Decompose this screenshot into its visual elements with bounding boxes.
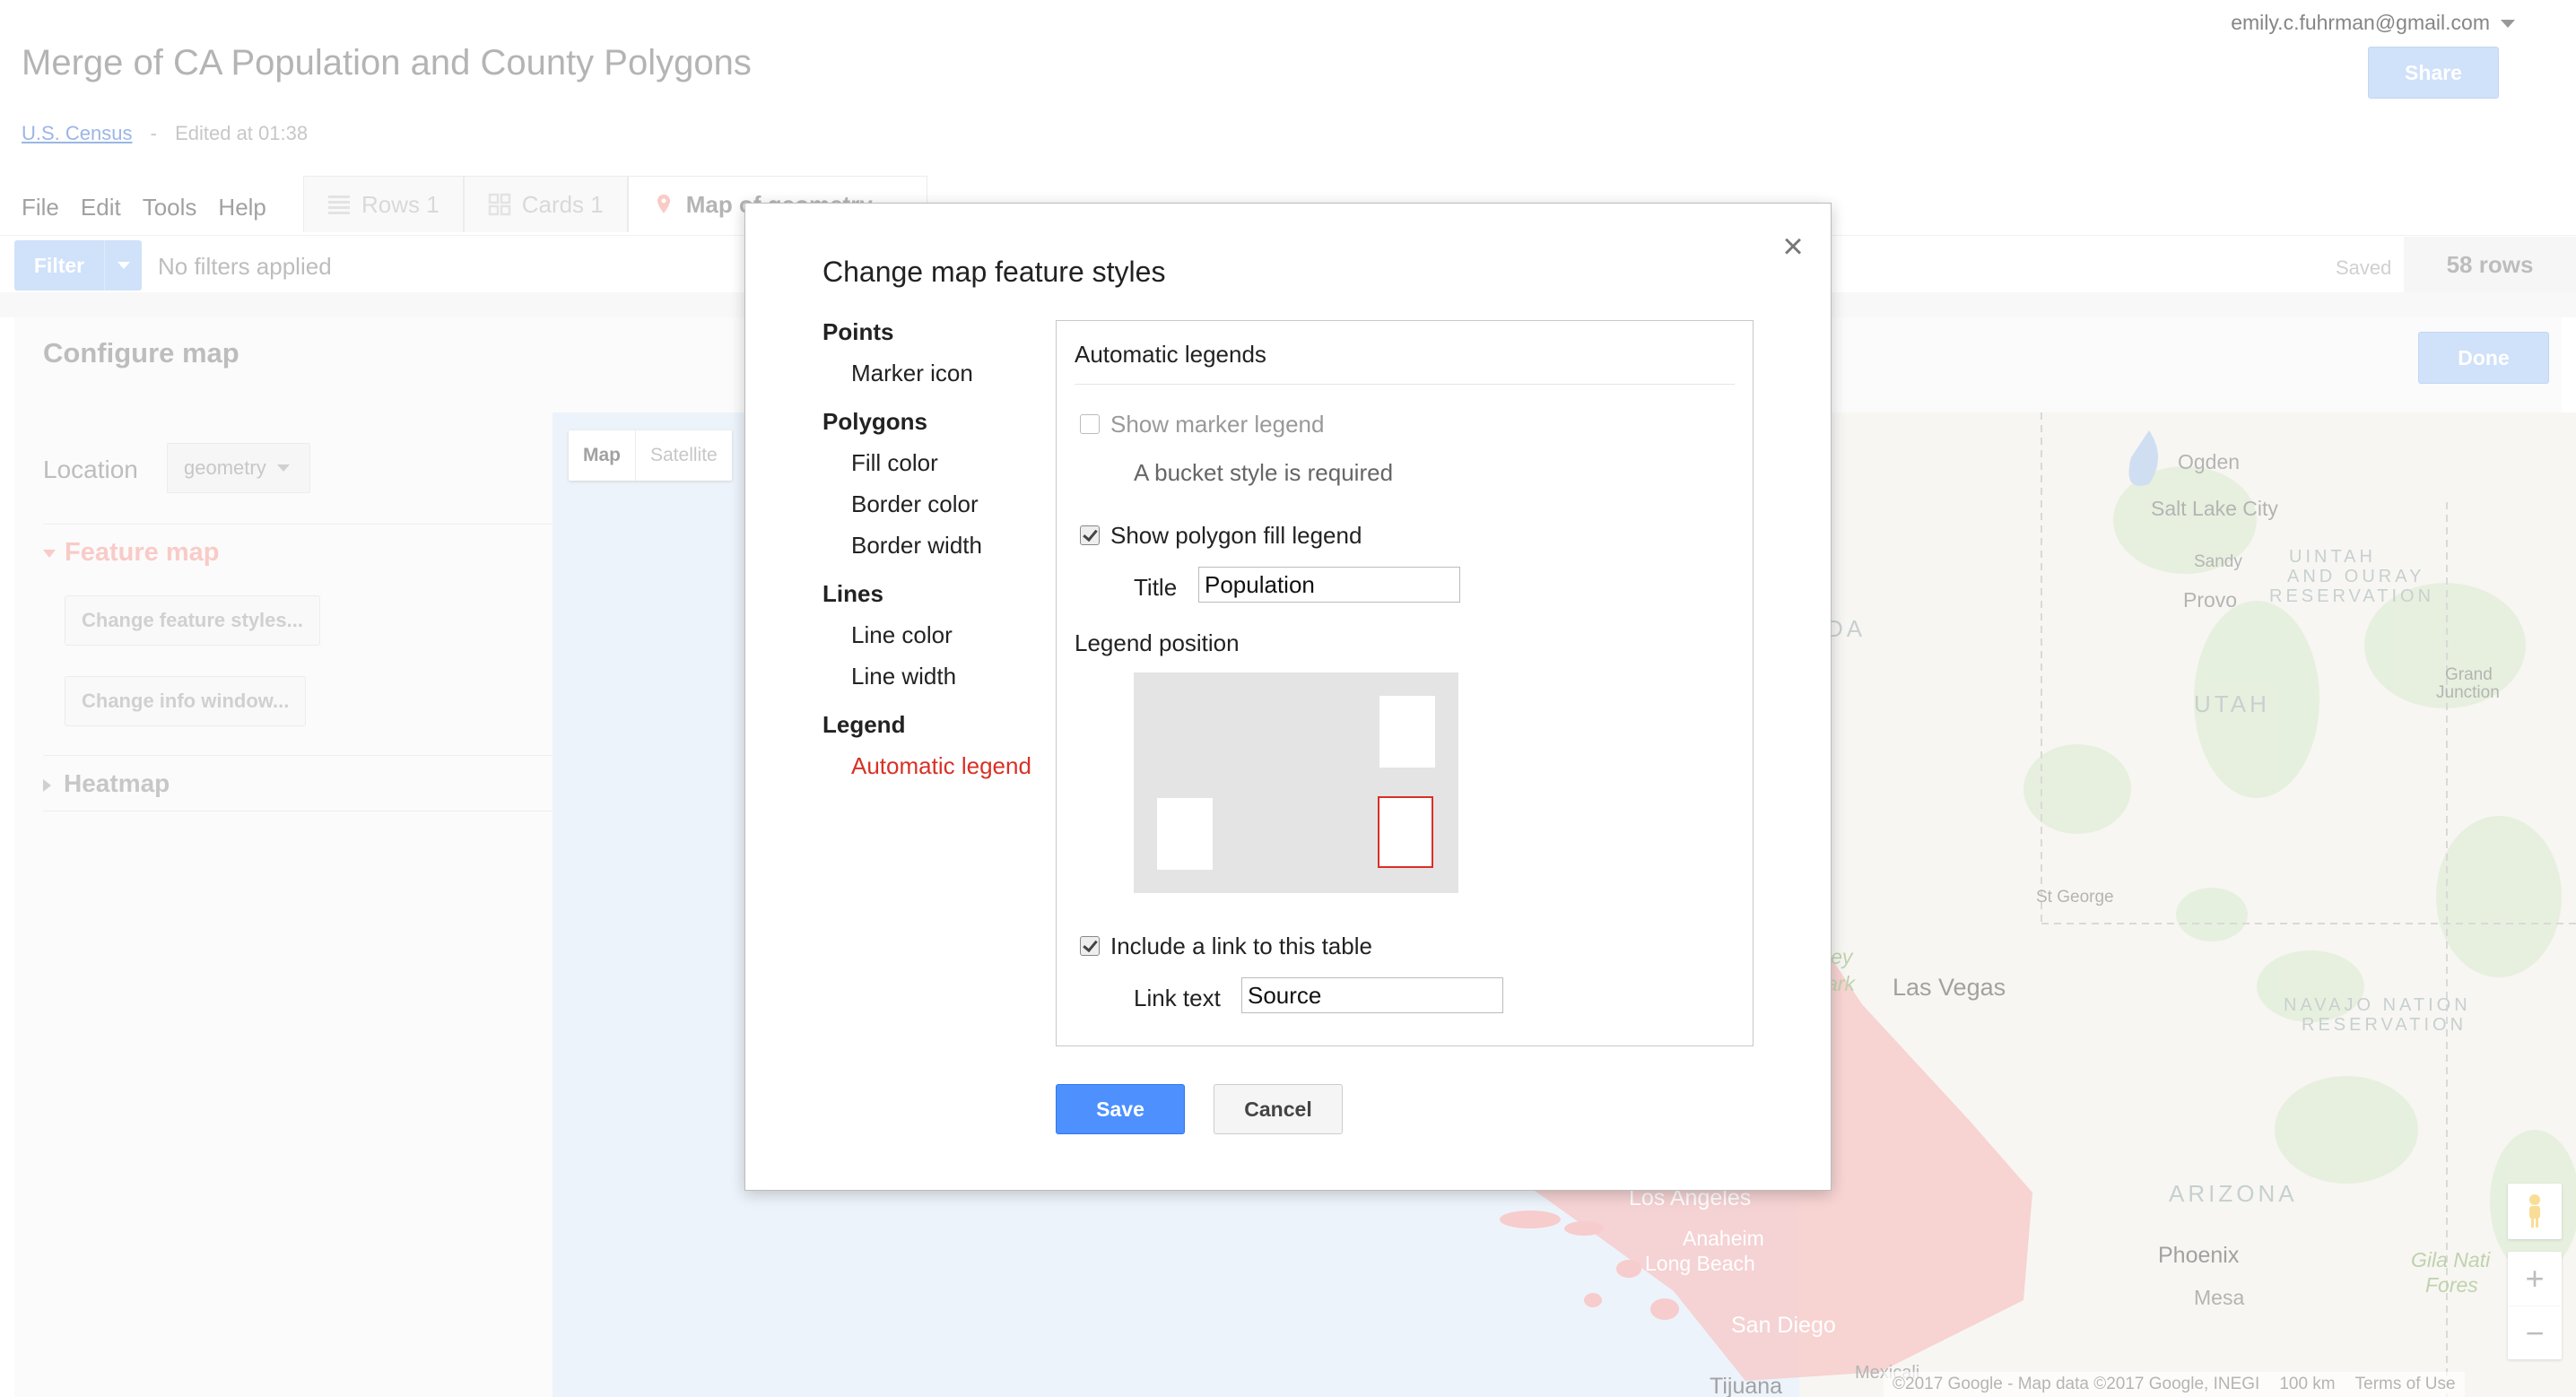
include-link-checkbox[interactable] <box>1080 936 1100 956</box>
nav-heading-legend: Legend <box>822 711 906 738</box>
cancel-button[interactable]: Cancel <box>1214 1084 1343 1134</box>
legend-position-top-right[interactable] <box>1379 696 1435 768</box>
legend-position-label: Legend position <box>1075 629 1240 656</box>
show-marker-legend-label: Show marker legend <box>1110 411 1325 438</box>
nav-item-fill-color[interactable]: Fill color <box>851 449 938 477</box>
show-marker-legend-checkbox[interactable] <box>1080 414 1100 434</box>
panel-heading: Automatic legends <box>1075 341 1266 368</box>
link-text-label: Link text <box>1134 985 1221 1011</box>
nav-heading-lines: Lines <box>822 580 883 607</box>
nav-item-line-color[interactable]: Line color <box>851 621 953 649</box>
panel-divider <box>1075 384 1735 385</box>
close-icon[interactable]: × <box>1773 227 1813 267</box>
nav-item-automatic-legend[interactable]: Automatic legend <box>851 752 1031 780</box>
save-button[interactable]: Save <box>1056 1084 1185 1134</box>
legend-position-bottom-right[interactable] <box>1378 796 1433 868</box>
dialog-title: Change map feature styles <box>822 256 1166 288</box>
nav-item-border-color[interactable]: Border color <box>851 490 979 518</box>
nav-heading-polygons: Polygons <box>822 408 928 435</box>
legend-settings-panel: Automatic legends Show marker legend A b… <box>1056 320 1754 1046</box>
bucket-style-note: A bucket style is required <box>1134 459 1394 486</box>
nav-heading-points: Points <box>822 318 894 345</box>
show-polygon-legend-label: Show polygon fill legend <box>1110 522 1362 549</box>
legend-position-picker <box>1134 672 1458 893</box>
change-styles-dialog: Change map feature styles × Points Marke… <box>744 203 1832 1191</box>
nav-item-border-width[interactable]: Border width <box>851 532 982 560</box>
nav-item-marker-icon[interactable]: Marker icon <box>851 360 973 387</box>
nav-item-line-width[interactable]: Line width <box>851 663 956 690</box>
legend-title-label: Title <box>1134 574 1178 601</box>
show-polygon-legend-checkbox[interactable] <box>1080 525 1100 545</box>
legend-position-bottom-left[interactable] <box>1157 798 1213 870</box>
link-text-input[interactable] <box>1241 977 1503 1013</box>
legend-title-input[interactable] <box>1198 567 1460 603</box>
include-link-label: Include a link to this table <box>1110 933 1372 959</box>
